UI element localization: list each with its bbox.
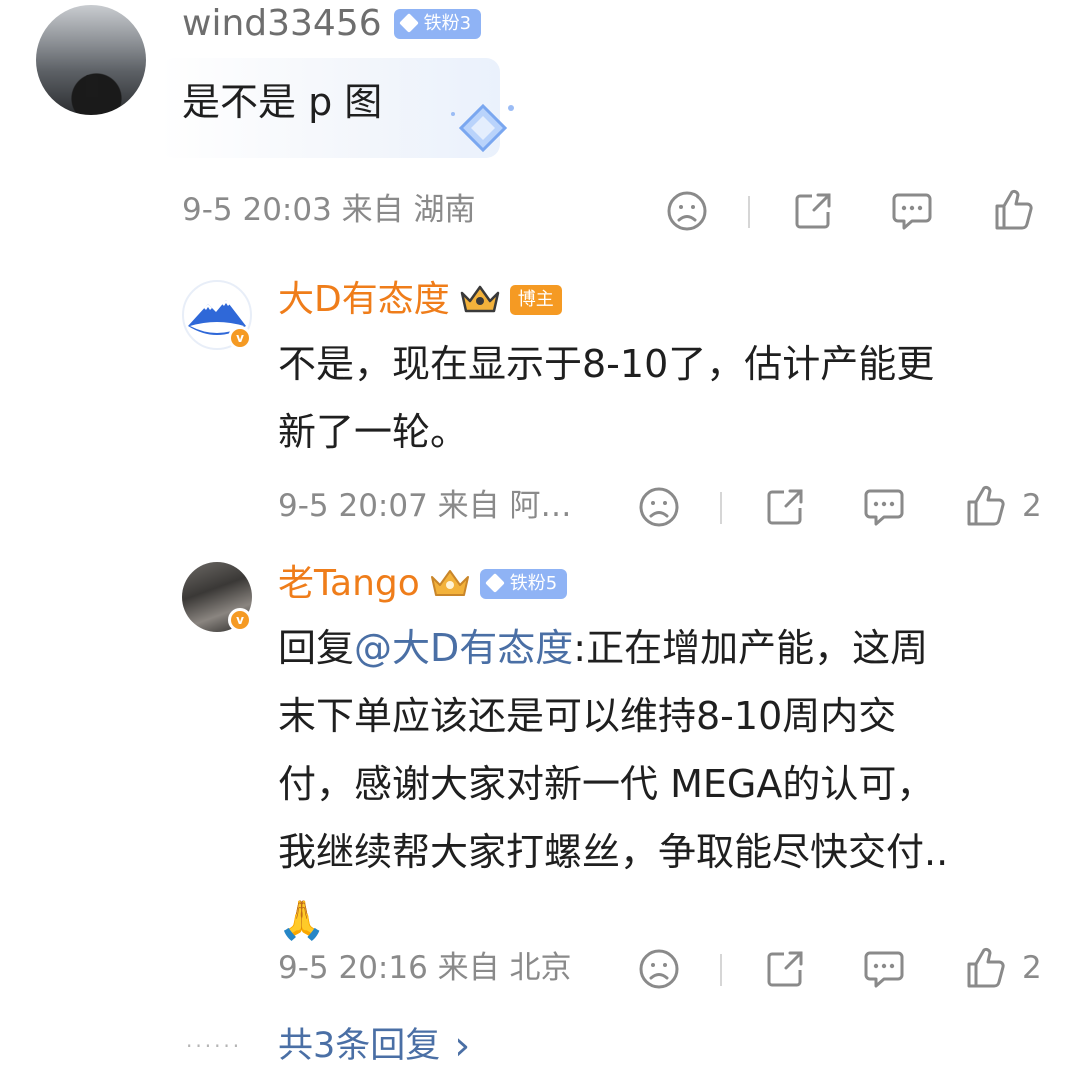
reply-text-line: 不是，现在显示于8-10了，估计产能更 bbox=[278, 342, 935, 386]
reply-meta: 9-5 20:07 来自 阿… bbox=[278, 488, 572, 524]
crown-icon bbox=[458, 281, 502, 319]
like-icon[interactable] bbox=[964, 484, 1006, 528]
reply-text-line: 我继续帮大家打螺丝，争取能尽快交付.. bbox=[278, 830, 949, 874]
like-count: 2 bbox=[1022, 950, 1042, 986]
reply-text-line: 末下单应该还是可以维持8-10周内交 bbox=[278, 694, 897, 738]
divider bbox=[720, 492, 722, 524]
blogger-badge: 博主 bbox=[509, 285, 562, 315]
sad-face-icon[interactable] bbox=[638, 486, 680, 528]
reply-text-line: 回复@大D有态度:正在增加产能，这周 bbox=[278, 614, 1068, 682]
diamond-icon bbox=[484, 573, 505, 593]
username[interactable]: 老Tango bbox=[278, 562, 420, 606]
comment-icon[interactable] bbox=[862, 486, 906, 528]
avatar-wind33456[interactable] bbox=[36, 5, 146, 115]
sad-face-icon[interactable] bbox=[638, 948, 680, 990]
like-icon[interactable] bbox=[964, 946, 1006, 990]
comment-icon[interactable] bbox=[890, 190, 934, 232]
crown-icon bbox=[428, 565, 472, 603]
reply-meta: 9-5 20:16 来自 北京 bbox=[278, 950, 572, 986]
more-replies-link[interactable]: 共3条回复 › bbox=[278, 1024, 470, 1068]
fan-badge: 铁粉5 bbox=[479, 569, 568, 599]
praying-hands-emoji: 🙏 bbox=[278, 898, 326, 942]
share-icon[interactable] bbox=[792, 190, 834, 232]
comment-icon[interactable] bbox=[862, 948, 906, 990]
divider bbox=[720, 954, 722, 986]
fan-badge-label: 铁粉3 bbox=[423, 13, 472, 34]
username[interactable]: 大D有态度 bbox=[278, 278, 450, 322]
chevron-right-icon: › bbox=[454, 1023, 471, 1069]
mention-link[interactable]: @大D有态度 bbox=[354, 626, 573, 670]
reply-text-line: 付，感谢大家对新一代 MEGA的认可， bbox=[278, 762, 935, 806]
reply-text-fragment: :正在增加产能，这周 bbox=[573, 626, 929, 670]
more-replies-label: 共3条回复 bbox=[278, 1026, 441, 1066]
diamond-icon bbox=[398, 13, 419, 33]
reply-text: 不是，现在显示于8-10了，估计产能更 新了一轮。 bbox=[278, 330, 1058, 466]
like-icon[interactable] bbox=[992, 188, 1034, 232]
verified-badge-icon: v bbox=[228, 608, 252, 632]
share-icon[interactable] bbox=[764, 948, 806, 990]
share-icon[interactable] bbox=[764, 486, 806, 528]
like-count: 2 bbox=[1022, 488, 1042, 524]
verified-badge-icon: v bbox=[228, 326, 252, 350]
comment-text: 是不是 p 图 bbox=[182, 80, 383, 124]
comment-meta: 9-5 20:03 来自 湖南 bbox=[182, 192, 476, 228]
sad-face-icon[interactable] bbox=[666, 190, 708, 232]
reply-prefix: 回复 bbox=[278, 626, 355, 670]
reply-text: 回复@大D有态度:正在增加产能，这周 末下单应该还是可以维持8-10周内交 付，… bbox=[278, 614, 1068, 954]
reply-text-line: 新了一轮。 bbox=[278, 410, 469, 454]
bubble-gem-icon bbox=[445, 100, 521, 164]
divider bbox=[748, 196, 750, 228]
username[interactable]: wind33456 bbox=[182, 2, 382, 46]
fan-badge: 铁粉3 bbox=[393, 9, 482, 39]
fan-badge-label: 铁粉5 bbox=[509, 573, 558, 594]
more-dots: ······ bbox=[186, 1034, 243, 1058]
